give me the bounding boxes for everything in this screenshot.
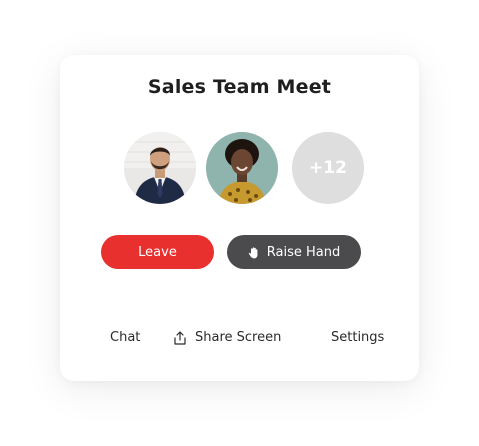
leave-button[interactable]: Leave — [101, 235, 214, 269]
share-icon — [173, 330, 187, 345]
share-screen-button[interactable]: Share Screen — [173, 330, 281, 345]
participants-avatars: +12 — [124, 132, 369, 204]
hand-icon — [248, 246, 261, 259]
more-participants-badge[interactable]: +12 — [292, 132, 364, 204]
avatar[interactable] — [206, 132, 278, 204]
more-participants-count: +12 — [309, 158, 347, 178]
avatar-image — [206, 132, 278, 204]
raise-hand-button-label: Raise Hand — [266, 244, 341, 260]
meeting-title: Sales Team Meet — [147, 76, 332, 98]
chat-button[interactable]: Chat — [110, 330, 140, 345]
raise-hand-button[interactable]: Raise Hand — [227, 235, 361, 269]
settings-button[interactable]: Settings — [331, 330, 384, 345]
leave-button-label: Leave — [138, 244, 177, 260]
chat-button-label: Chat — [110, 330, 141, 345]
share-screen-button-label: Share Screen — [195, 330, 282, 345]
avatar-image — [124, 132, 196, 204]
avatar[interactable] — [124, 132, 196, 204]
settings-button-label: Settings — [331, 330, 385, 345]
meeting-card: Sales Team Meet +12 Leave Raise Hand Cha… — [60, 55, 419, 381]
meeting-toolbar: Chat Share Screen Settings — [60, 330, 419, 348]
